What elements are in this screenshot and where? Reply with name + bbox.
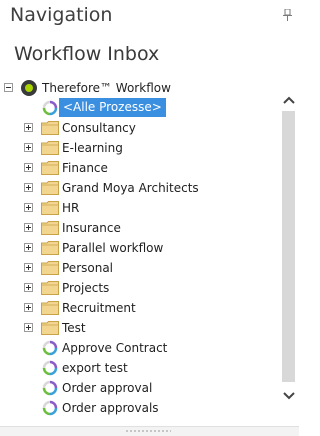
folder-icon: [41, 281, 59, 295]
workflow-process-icon: [42, 360, 58, 376]
expand-toggle[interactable]: [24, 283, 33, 292]
expand-toggle[interactable]: [24, 183, 33, 192]
tree-folder[interactable]: Insurance: [0, 218, 279, 238]
expand-toggle[interactable]: [24, 203, 33, 212]
folder-icon: [41, 121, 59, 135]
workflow-process-icon: [42, 380, 58, 396]
expand-toggle[interactable]: [24, 303, 33, 312]
scrollbar-thumb[interactable]: [282, 111, 295, 382]
folder-icon: [41, 201, 59, 215]
process-label: Approve Contract: [62, 341, 168, 355]
tree-folder[interactable]: Consultancy: [0, 118, 279, 138]
tree-folder[interactable]: Test: [0, 318, 279, 338]
process-label: Order approvals: [62, 401, 159, 415]
pin-icon[interactable]: [283, 6, 292, 21]
workflow-process-icon: [42, 340, 58, 356]
folder-label: Finance: [62, 161, 108, 175]
folder-icon: [41, 261, 59, 275]
folder-icon: [41, 241, 59, 255]
folder-label: E-learning: [62, 141, 123, 155]
expand-toggle[interactable]: [24, 223, 33, 232]
tree-root-label: Therefore™ Workflow: [42, 81, 171, 95]
folder-icon: [41, 301, 59, 315]
navigation-title: Navigation: [10, 4, 113, 26]
tree-item-all-processes[interactable]: <Alle Prozesse>: [0, 98, 279, 118]
expand-toggle[interactable]: [24, 163, 33, 172]
folder-icon: [41, 221, 59, 235]
folder-icon: [41, 181, 59, 195]
tree-folder[interactable]: Parallel workflow: [0, 238, 279, 258]
folder-icon: [41, 141, 59, 155]
therefore-logo-icon: [21, 80, 37, 96]
collapse-toggle[interactable]: [4, 83, 13, 92]
folder-icon: [41, 321, 59, 335]
folder-label: Insurance: [62, 221, 121, 235]
workflow-inbox-header: Workflow Inbox: [0, 34, 299, 74]
folder-label: HR: [62, 201, 80, 215]
expand-toggle[interactable]: [24, 323, 33, 332]
resize-grip-icon[interactable]: [125, 430, 171, 432]
folder-label: Grand Moya Architects: [62, 181, 199, 195]
tree-folder[interactable]: E-learning: [0, 138, 279, 158]
workflow-process-icon: [42, 400, 58, 416]
tree-folder[interactable]: HR: [0, 198, 279, 218]
scroll-down-button[interactable]: [280, 386, 297, 404]
process-label: Order approval: [62, 381, 153, 395]
folder-label: Recruitment: [62, 301, 136, 315]
folder-label: Consultancy: [62, 121, 136, 135]
tree-process-item[interactable]: Approve Contract: [0, 338, 279, 358]
tree-folder[interactable]: Recruitment: [0, 298, 279, 318]
process-label: export test: [62, 361, 128, 375]
tree-folder[interactable]: Grand Moya Architects: [0, 178, 279, 198]
tree-folder[interactable]: Projects: [0, 278, 279, 298]
expand-toggle[interactable]: [24, 143, 33, 152]
selected-item-label: <Alle Prozesse>: [59, 98, 166, 117]
tree-folder[interactable]: Finance: [0, 158, 279, 178]
tree-process-item[interactable]: Order approval: [0, 378, 279, 398]
folder-icon: [41, 161, 59, 175]
folder-label: Projects: [62, 281, 110, 295]
tree-folder[interactable]: Personal: [0, 258, 279, 278]
tree-process-item[interactable]: export test: [0, 358, 279, 378]
expand-toggle[interactable]: [24, 123, 33, 132]
folder-label: Parallel workflow: [62, 241, 164, 255]
workflow-tree: Therefore™ Workflow <Alle Prozesse> Cons…: [0, 76, 279, 418]
expand-toggle[interactable]: [24, 243, 33, 252]
folder-label: Personal: [62, 261, 114, 275]
folder-label: Test: [62, 321, 86, 335]
scroll-up-button[interactable]: [280, 90, 297, 108]
tree-process-item[interactable]: Order approvals: [0, 398, 279, 418]
tree-root[interactable]: Therefore™ Workflow: [0, 78, 279, 98]
vertical-scrollbar[interactable]: [280, 86, 297, 409]
workflow-inbox-title: Workflow Inbox: [14, 43, 160, 65]
navigation-header: Navigation: [0, 0, 299, 34]
workflow-process-icon: [42, 100, 58, 116]
expand-toggle[interactable]: [24, 263, 33, 272]
